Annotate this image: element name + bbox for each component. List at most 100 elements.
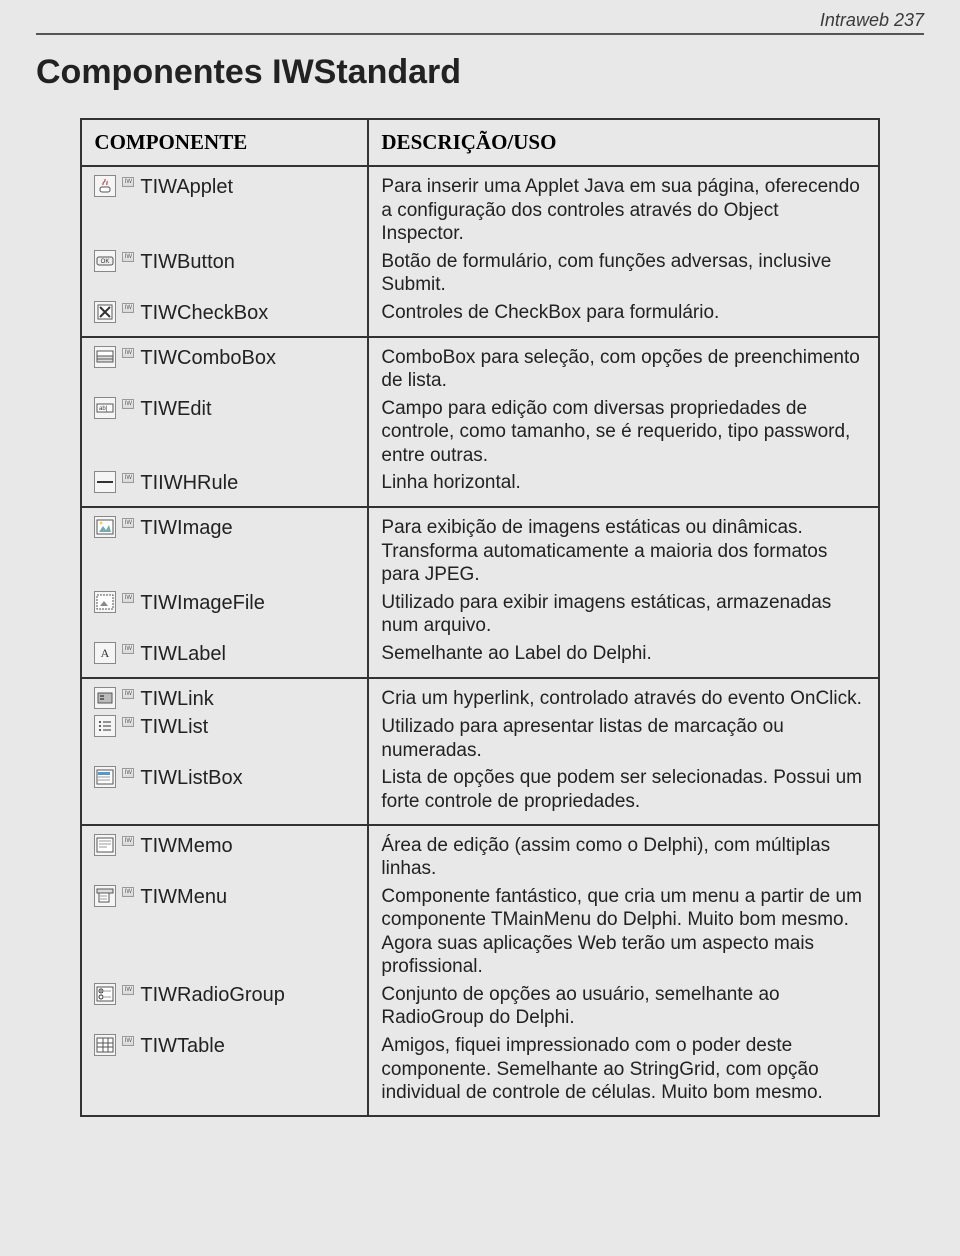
description-cell: Campo para edição com diversas proprieda… — [368, 395, 878, 470]
component-cell: IW TIWImageFile — [81, 589, 368, 640]
component-name: TIWList — [140, 715, 208, 740]
checkbox-icon — [94, 301, 116, 323]
description-cell: Componente fantástico, que cria um menu … — [368, 883, 878, 981]
component-cell: IW TIWMemo — [81, 825, 368, 883]
listbox-icon — [94, 766, 116, 788]
menu-icon — [94, 885, 116, 907]
iw-badge-icon: IW — [122, 593, 134, 603]
description-cell: Conjunto de opções ao usuário, semelhant… — [368, 981, 878, 1032]
iw-badge-icon: IW — [122, 836, 134, 846]
iw-badge-icon: IW — [122, 473, 134, 483]
table-row: IW TIWComboBox ComboBox para seleção, com … — [81, 337, 878, 395]
label-icon: A — [94, 642, 116, 664]
description-cell: Área de edição (assim como o Delphi), co… — [368, 825, 878, 883]
component-name: TIWLink — [140, 687, 213, 712]
radio-icon — [94, 983, 116, 1005]
component-cell: IW TIWComboBox — [81, 337, 368, 395]
table-row: A IW TIWLabel Semelhante ao Label do Delphi… — [81, 640, 878, 678]
link-icon — [94, 687, 116, 709]
applet-icon — [94, 175, 116, 197]
image-icon — [94, 516, 116, 538]
table-row: IW TIWLink Cria um hyperlink, controlado a… — [81, 678, 878, 714]
table-header-row: COMPONENTE DESCRIÇÃO/USO — [81, 119, 878, 166]
component-cell: IWTIWRadioGroup — [81, 981, 368, 1032]
table-row: IWTIWAppletPara inserir uma Applet Java … — [81, 166, 878, 248]
table-row: OK IW TIWButton Botão de formulário, com fu… — [81, 248, 878, 299]
iw-badge-icon: IW — [122, 768, 134, 778]
table-row: IW TIWCheckBox Controles de CheckBox para … — [81, 299, 878, 337]
iw-badge-icon: IW — [122, 644, 134, 654]
component-name: TIWListBox — [140, 766, 242, 791]
table-row: IW TIWListBox Lista de opções que podem se… — [81, 764, 878, 824]
component-name: TIWImageFile — [140, 591, 264, 616]
table-header-component: COMPONENTE — [81, 119, 368, 166]
description-cell: Amigos, fiquei impressionado com o poder… — [368, 1032, 878, 1116]
description-cell: ComboBox para seleção, com opções de pre… — [368, 337, 878, 395]
component-cell: IWTIWTable — [81, 1032, 368, 1116]
component-cell: IW TIIWHRule — [81, 469, 368, 507]
svg-text:OK: OK — [101, 259, 110, 265]
page-title: Componentes IWStandard — [36, 53, 924, 92]
table-header-description: DESCRIÇÃO/USO — [368, 119, 878, 166]
iw-badge-icon: IW — [122, 303, 134, 313]
component-cell: IWTIWApplet — [81, 166, 368, 248]
component-cell: IW TIWListBox — [81, 764, 368, 824]
description-cell: Linha horizontal. — [368, 469, 878, 507]
combo-icon — [94, 346, 116, 368]
hrule-icon — [94, 471, 116, 493]
iw-badge-icon: IW — [122, 717, 134, 727]
iw-badge-icon: IW — [122, 252, 134, 262]
table-row: IW TIWList Utilizado para apresentar lista… — [81, 713, 878, 764]
component-name: TIWMemo — [140, 834, 232, 859]
component-name: TIWMenu — [140, 885, 227, 910]
table-row: IWTIWRadioGroupConjunto de opções ao usu… — [81, 981, 878, 1032]
component-name: TIWButton — [140, 250, 234, 275]
iw-badge-icon: IW — [122, 689, 134, 699]
table-row: IW TIWMemo Área de edição (assim como o De… — [81, 825, 878, 883]
component-cell: IW TIWList — [81, 713, 368, 764]
description-cell: Semelhante ao Label do Delphi. — [368, 640, 878, 678]
description-cell: Utilizado para apresentar listas de marc… — [368, 713, 878, 764]
component-cell: A IW TIWLabel — [81, 640, 368, 678]
list-icon — [94, 715, 116, 737]
iw-badge-icon: IW — [122, 348, 134, 358]
svg-text:A: A — [101, 646, 110, 660]
running-header: Intraweb 237 — [36, 10, 924, 35]
table-row: IW TIWImageFile Utilizado para exibir imag… — [81, 589, 878, 640]
description-cell: Utilizado para exibir imagens estáticas,… — [368, 589, 878, 640]
component-name: TIWCheckBox — [140, 301, 268, 326]
iw-badge-icon: IW — [122, 177, 134, 187]
description-cell: Para exibição de imagens estáticas ou di… — [368, 507, 878, 589]
component-cell: IW TIWMenu — [81, 883, 368, 981]
memo-icon — [94, 834, 116, 856]
component-cell: IWTIWImage — [81, 507, 368, 589]
table-row: IWTIWImagePara exibição de imagens estát… — [81, 507, 878, 589]
components-table: COMPONENTE DESCRIÇÃO/USO IWTIWAppletPara… — [80, 118, 879, 1117]
table-row: IW TIIWHRule Linha horizontal. — [81, 469, 878, 507]
component-name: TIWEdit — [140, 397, 211, 422]
description-cell: Para inserir uma Applet Java em sua pági… — [368, 166, 878, 248]
table-row: IW TIWMenu Componente fantástico, que cria… — [81, 883, 878, 981]
edit-icon: ab| — [94, 397, 116, 419]
description-cell: Botão de formulário, com funções adversa… — [368, 248, 878, 299]
component-name: TIWComboBox — [140, 346, 276, 371]
table-row: IWTIWTableAmigos, fiquei impressionado c… — [81, 1032, 878, 1116]
component-name: TIIWHRule — [140, 471, 238, 496]
description-cell: Controles de CheckBox para formulário. — [368, 299, 878, 337]
button-icon: OK — [94, 250, 116, 272]
iw-badge-icon: IW — [122, 399, 134, 409]
iw-badge-icon: IW — [122, 1036, 134, 1046]
svg-text:ab|: ab| — [99, 406, 108, 412]
description-cell: Cria um hyperlink, controlado através do… — [368, 678, 878, 714]
document-page: Intraweb 237 Componentes IWStandard COMP… — [0, 0, 960, 1256]
table-row: ab| IW TIWEdit Campo para edição com divers… — [81, 395, 878, 470]
iw-badge-icon: IW — [122, 985, 134, 995]
imagefile-icon — [94, 591, 116, 613]
component-cell: IW TIWLink — [81, 678, 368, 714]
iw-badge-icon: IW — [122, 887, 134, 897]
component-name: TIWLabel — [140, 642, 226, 667]
component-name: TIWImage — [140, 516, 232, 541]
component-cell: ab| IW TIWEdit — [81, 395, 368, 470]
description-cell: Lista de opções que podem ser selecionad… — [368, 764, 878, 824]
table-icon — [94, 1034, 116, 1056]
